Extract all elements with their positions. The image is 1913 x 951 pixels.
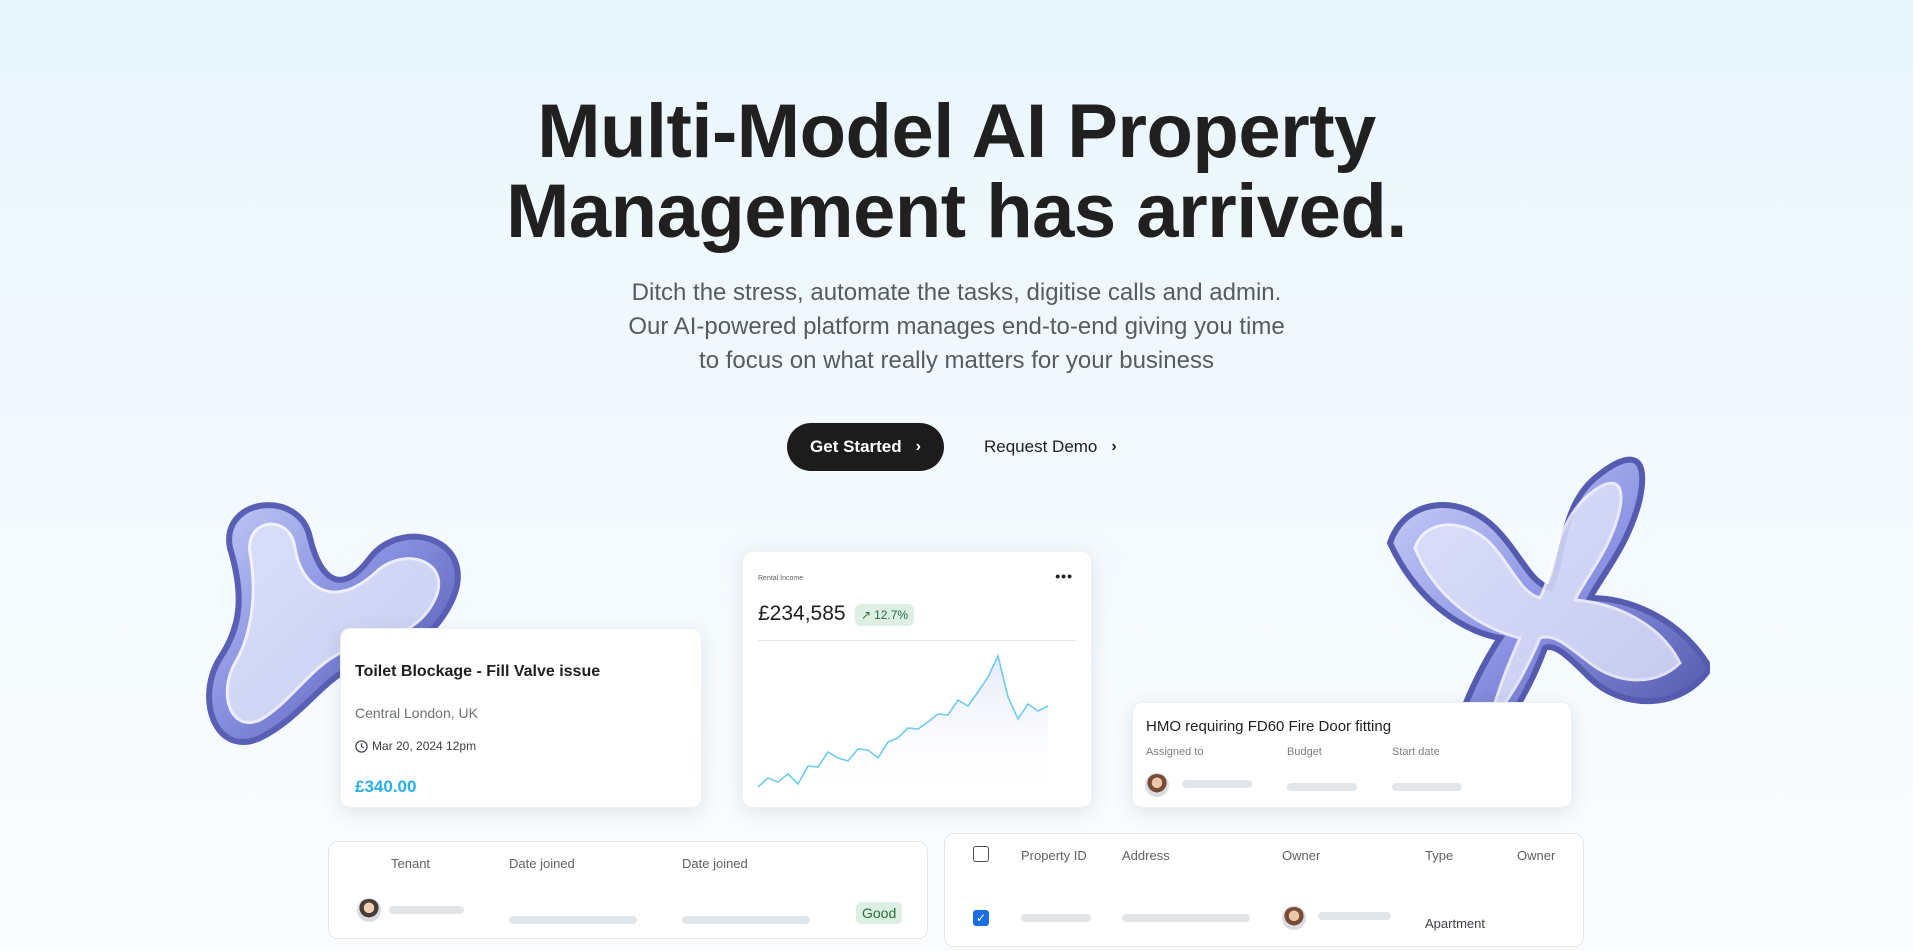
hmo-job-card[interactable]: HMO requiring FD60 Fire Door fitting Ass… (1132, 702, 1572, 808)
budget-label: Budget (1287, 746, 1322, 758)
date-joined-column-header[interactable]: Date joined (509, 856, 575, 871)
chevron-right-icon: › (1111, 438, 1117, 455)
ticket-date: Mar 20, 2024 12pm (355, 739, 476, 753)
hmo-job-title: HMO requiring FD60 Fire Door fitting (1146, 718, 1392, 735)
ticket-date-text: Mar 20, 2024 12pm (372, 739, 477, 753)
budget-placeholder (1287, 783, 1357, 791)
owner-column-header-2[interactable]: Owner (1517, 848, 1555, 863)
owner-name-placeholder (1318, 912, 1391, 920)
arrow-up-right-icon: ↗ (861, 608, 872, 622)
ticket-title: Toilet Blockage - Fill Valve issue (355, 663, 601, 680)
status-badge: Good (856, 902, 903, 924)
start-date-placeholder (1392, 783, 1462, 791)
get-started-button[interactable]: Get Started › (787, 423, 944, 471)
assigned-to-label: Assigned to (1146, 746, 1204, 758)
income-change-value: 12.7% (874, 608, 909, 622)
property-type-value: Apartment (1425, 916, 1485, 931)
income-divider (758, 640, 1076, 641)
row-checkbox[interactable]: ✓ (973, 910, 989, 926)
type-column-header[interactable]: Type (1425, 848, 1453, 863)
hero-subtitle-line-3: to focus on what really matters for your… (699, 347, 1214, 374)
date-joined-column-header-2[interactable]: Date joined (682, 856, 748, 871)
hero-subtitle-line-1: Ditch the stress, automate the tasks, di… (631, 279, 1282, 306)
get-started-label: Get Started (810, 437, 902, 456)
hero-subtitle-line-2: Our AI-powered platform manages end-to-e… (628, 313, 1285, 340)
request-demo-link[interactable]: Request Demo › (984, 423, 1134, 471)
chevron-right-icon: › (915, 438, 921, 455)
rental-income-value: £234,585 (758, 602, 846, 625)
date-placeholder-2 (682, 916, 810, 924)
address-column-header[interactable]: Address (1122, 848, 1170, 863)
clock-icon (355, 739, 368, 753)
tenant-table: Tenant Date joined Date joined Good (328, 841, 928, 939)
select-all-checkbox[interactable] (973, 846, 989, 862)
rental-income-card[interactable]: Rental Income ••• £234,585 ↗ 12.7% (742, 551, 1092, 808)
glass-shape-right-icon (1386, 456, 1710, 738)
hero-title: Multi-Model AI Property Management has a… (0, 92, 1913, 252)
owner-avatar (1282, 906, 1306, 930)
hero-title-line-2: Management has arrived. (506, 169, 1407, 254)
income-change-badge: ↗ 12.7% (855, 604, 915, 626)
property-id-column-header[interactable]: Property ID (1021, 848, 1087, 863)
rental-income-line-chart (757, 653, 1049, 802)
tenant-name-placeholder (389, 906, 464, 914)
hero-title-line-1: Multi-Model AI Property (537, 89, 1376, 174)
owner-column-header[interactable]: Owner (1282, 848, 1320, 863)
tenant-avatar (357, 898, 381, 922)
income-line-area (758, 656, 1048, 802)
ticket-location: Central London, UK (355, 705, 478, 721)
property-table: Property ID Address Owner Type Owner ✓ A… (944, 833, 1584, 947)
ticket-price: £340.00 (355, 777, 417, 796)
maintenance-ticket-card[interactable]: Toilet Blockage - Fill Valve issue Centr… (340, 628, 702, 808)
rental-income-label: Rental Income (758, 575, 804, 582)
date-placeholder (509, 916, 637, 924)
assignee-placeholder (1182, 780, 1252, 788)
start-date-label: Start date (1392, 746, 1440, 758)
hero-subtitle: Ditch the stress, automate the tasks, di… (0, 276, 1913, 378)
property-id-placeholder (1021, 914, 1091, 922)
request-demo-label: Request Demo (984, 437, 1098, 456)
address-placeholder (1122, 914, 1250, 922)
assignee-avatar (1145, 773, 1169, 797)
more-options-icon[interactable]: ••• (1055, 568, 1073, 584)
tenant-column-header[interactable]: Tenant (391, 856, 430, 871)
